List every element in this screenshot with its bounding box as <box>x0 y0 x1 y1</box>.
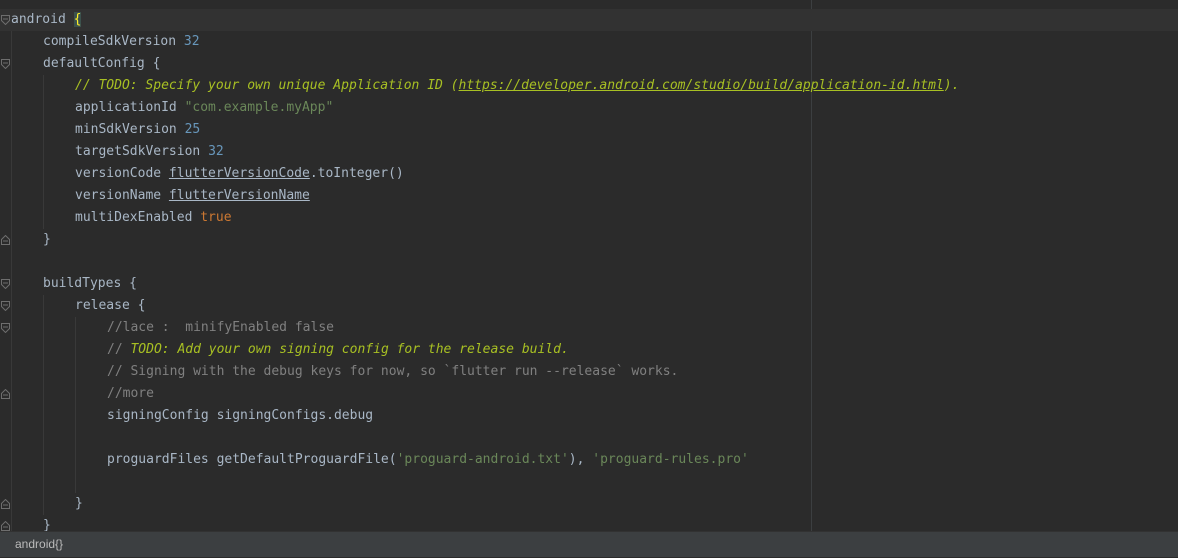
code-token: applicationId <box>75 100 185 115</box>
code-token: true <box>200 210 232 225</box>
code-token: } <box>43 518 51 531</box>
code-token: "com.example.myApp" <box>184 100 334 115</box>
code-text: // Signing with the debug keys for now, … <box>107 361 678 383</box>
code-token: compileSdkVersion <box>43 34 184 49</box>
code-text: signingConfig signingConfigs.debug <box>107 405 373 427</box>
code-line[interactable]: buildTypes { <box>0 273 1178 295</box>
code-token: release { <box>75 298 146 313</box>
code-text: targetSdkVersion 32 <box>75 141 224 163</box>
code-text: versionName flutterVersionName <box>75 185 310 207</box>
code-text: //lace : minifyEnabled false <box>107 317 334 339</box>
code-line[interactable]: } <box>0 229 1178 251</box>
code-text: proguardFiles getDefaultProguardFile('pr… <box>107 449 749 471</box>
code-token: // Signing with the debug keys for now, … <box>107 364 679 379</box>
code-text: release { <box>75 295 145 317</box>
code-text: compileSdkVersion 32 <box>43 31 200 53</box>
code-token: flutterVersionName <box>168 188 310 203</box>
code-line[interactable]: defaultConfig { <box>0 53 1178 75</box>
code-text: minSdkVersion 25 <box>75 119 200 141</box>
code-token: //lace : minifyEnabled false <box>107 320 334 335</box>
code-line[interactable]: versionCode flutterVersionCode.toInteger… <box>0 163 1178 185</box>
code-token: minSdkVersion <box>75 122 185 137</box>
fold-close-icon[interactable] <box>1 499 10 509</box>
code-line[interactable]: versionName flutterVersionName <box>0 185 1178 207</box>
code-line[interactable] <box>0 427 1178 449</box>
code-token: ). <box>943 78 960 93</box>
code-token: } <box>43 232 51 247</box>
code-line[interactable] <box>0 471 1178 493</box>
code-token: proguardFiles getDefaultProguardFile( <box>107 452 397 467</box>
code-text: defaultConfig { <box>43 53 160 75</box>
code-text: } <box>43 229 51 251</box>
code-token: multiDexEnabled <box>75 210 201 225</box>
code-text: //more <box>107 383 154 405</box>
code-line[interactable]: multiDexEnabled true <box>0 207 1178 229</box>
code-line[interactable]: applicationId "com.example.myApp" <box>0 97 1178 119</box>
code-token: } <box>75 496 83 511</box>
code-line[interactable]: // TODO: Specify your own unique Applica… <box>0 75 1178 97</box>
code-line[interactable]: proguardFiles getDefaultProguardFile('pr… <box>0 449 1178 471</box>
code-text: } <box>43 515 51 531</box>
code-token: 32 <box>183 34 200 49</box>
code-text: buildTypes { <box>43 273 137 295</box>
code-text: // TODO: Add your own signing config for… <box>107 339 569 361</box>
code-line[interactable]: targetSdkVersion 32 <box>0 141 1178 163</box>
code-token: ), <box>568 452 593 467</box>
status-bar: android{} <box>0 531 1178 557</box>
code-line[interactable]: // TODO: Add your own signing config for… <box>0 339 1178 361</box>
fold-open-icon[interactable] <box>1 301 10 311</box>
code-line[interactable]: //more <box>0 383 1178 405</box>
fold-open-icon[interactable] <box>1 15 10 25</box>
fold-open-icon[interactable] <box>1 59 10 69</box>
code-token: versionName <box>75 188 169 203</box>
code-token: 25 <box>184 122 201 137</box>
code-text: android { <box>11 9 82 31</box>
code-token: android <box>11 12 74 27</box>
code-token: 'proguard-android.txt' <box>396 452 569 467</box>
code-token: versionCode <box>75 166 169 181</box>
code-token: 'proguard-rules.pro' <box>592 452 749 467</box>
code-token: targetSdkVersion <box>75 144 209 159</box>
fold-close-icon[interactable] <box>1 389 10 399</box>
code-line[interactable]: minSdkVersion 25 <box>0 119 1178 141</box>
code-line[interactable]: } <box>0 515 1178 531</box>
code-line[interactable]: release { <box>0 295 1178 317</box>
code-line[interactable]: //lace : minifyEnabled false <box>0 317 1178 339</box>
code-line[interactable]: android { <box>0 9 1178 31</box>
code-token: // <box>107 342 131 357</box>
code-token: signingConfig signingConfigs.debug <box>107 408 374 423</box>
fold-close-icon[interactable] <box>1 235 10 245</box>
code-token: { <box>73 12 82 27</box>
fold-open-icon[interactable] <box>1 279 10 289</box>
code-editor[interactable]: android {compileSdkVersion 32 defaultConf… <box>0 0 1178 531</box>
code-line[interactable] <box>0 251 1178 273</box>
code-text: versionCode flutterVersionCode.toInteger… <box>75 163 404 185</box>
code-token: 32 <box>208 144 224 159</box>
code-token: // <box>75 78 99 93</box>
code-token: https://developer.android.com/studio/bui… <box>458 78 944 93</box>
code-text: } <box>75 493 83 515</box>
code-token: defaultConfig { <box>43 56 161 71</box>
code-text: multiDexEnabled true <box>75 207 232 229</box>
code-line[interactable]: } <box>0 493 1178 515</box>
code-text: applicationId "com.example.myApp" <box>75 97 333 119</box>
code-text: // TODO: Specify your own unique Applica… <box>75 75 959 97</box>
fold-open-icon[interactable] <box>1 323 10 333</box>
code-token: flutterVersionCode <box>168 166 310 181</box>
code-token: buildTypes { <box>43 276 137 291</box>
code-line[interactable]: signingConfig signingConfigs.debug <box>0 405 1178 427</box>
code-line[interactable]: // Signing with the debug keys for now, … <box>0 361 1178 383</box>
fold-close-icon[interactable] <box>1 521 10 531</box>
breadcrumb[interactable]: android{} <box>15 532 63 558</box>
code-token: .toInteger() <box>309 166 404 181</box>
code-token: TODO: Add your own signing config for th… <box>130 342 569 357</box>
code-token: //more <box>107 386 154 401</box>
code-token: TODO: Specify your own unique Applicatio… <box>98 78 459 93</box>
code-line[interactable]: compileSdkVersion 32 <box>0 31 1178 53</box>
